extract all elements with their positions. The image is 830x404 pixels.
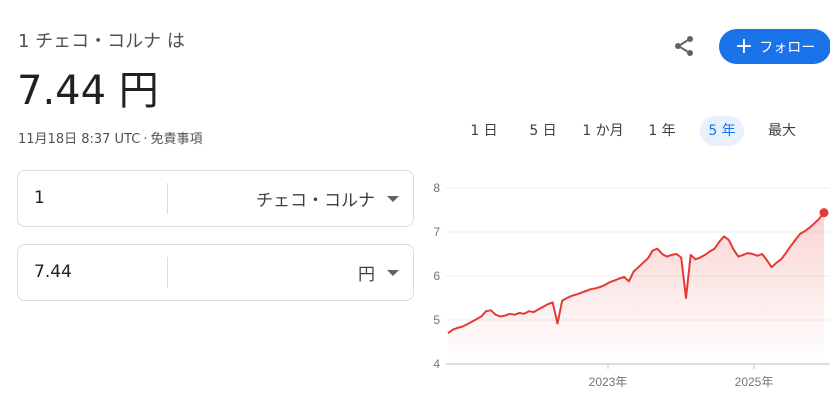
range-tab-1d[interactable]: 1 日: [466, 116, 502, 146]
disclaimer-link[interactable]: 免責事項: [150, 132, 202, 147]
follow-button[interactable]: + フォロー: [719, 29, 830, 64]
range-tab-1y[interactable]: 1 年: [644, 116, 680, 146]
from-currency-select[interactable]: チェコ・コルナ: [256, 171, 399, 226]
y-tick-label: 8: [433, 181, 440, 195]
converter-to-row: 7.44 円: [17, 244, 414, 301]
share-icon: [675, 36, 693, 56]
meta-separator: ·: [143, 132, 148, 147]
latest-point: [819, 208, 829, 218]
to-amount-input[interactable]: 7.44: [34, 245, 72, 300]
dropdown-arrow-icon: [387, 195, 399, 202]
exchange-rate-subtitle: 1 チェコ・コルナ は: [18, 31, 185, 52]
y-tick-label: 4: [433, 357, 440, 371]
x-tick-label: 2025年: [735, 375, 774, 389]
range-tab-5d[interactable]: 5 日: [525, 116, 561, 146]
range-tab-5y[interactable]: 5 年: [700, 116, 744, 146]
price-chart: 4 5 6 7 8 2023年 2025年: [433, 181, 830, 389]
rate-meta: 11月18日 8:37 UTC · 免責事項: [18, 128, 202, 147]
exchange-rate-value: 7.44 円: [17, 68, 159, 114]
to-currency-label: 円: [358, 265, 375, 285]
share-button[interactable]: [668, 30, 700, 62]
rate-timestamp: 11月18日 8:37 UTC: [18, 132, 141, 147]
dropdown-arrow-icon: [387, 269, 399, 276]
to-currency-select[interactable]: 円: [358, 245, 399, 300]
from-amount-input[interactable]: 1: [34, 171, 45, 226]
price-area: [448, 212, 824, 364]
y-tick-label: 7: [433, 225, 440, 239]
converter-from-row: 1 チェコ・コルナ: [17, 170, 414, 227]
plus-icon: +: [734, 33, 754, 59]
range-tab-max[interactable]: 最大: [762, 116, 802, 146]
range-tab-1m[interactable]: 1 か月: [578, 116, 628, 146]
x-tick-label: 2023年: [589, 375, 628, 389]
follow-label: フォロー: [759, 39, 816, 56]
converter-divider: [167, 257, 168, 288]
y-tick-label: 6: [433, 269, 440, 283]
from-currency-label: チェコ・コルナ: [256, 191, 375, 211]
converter-divider: [167, 183, 168, 214]
y-tick-label: 5: [433, 313, 440, 327]
